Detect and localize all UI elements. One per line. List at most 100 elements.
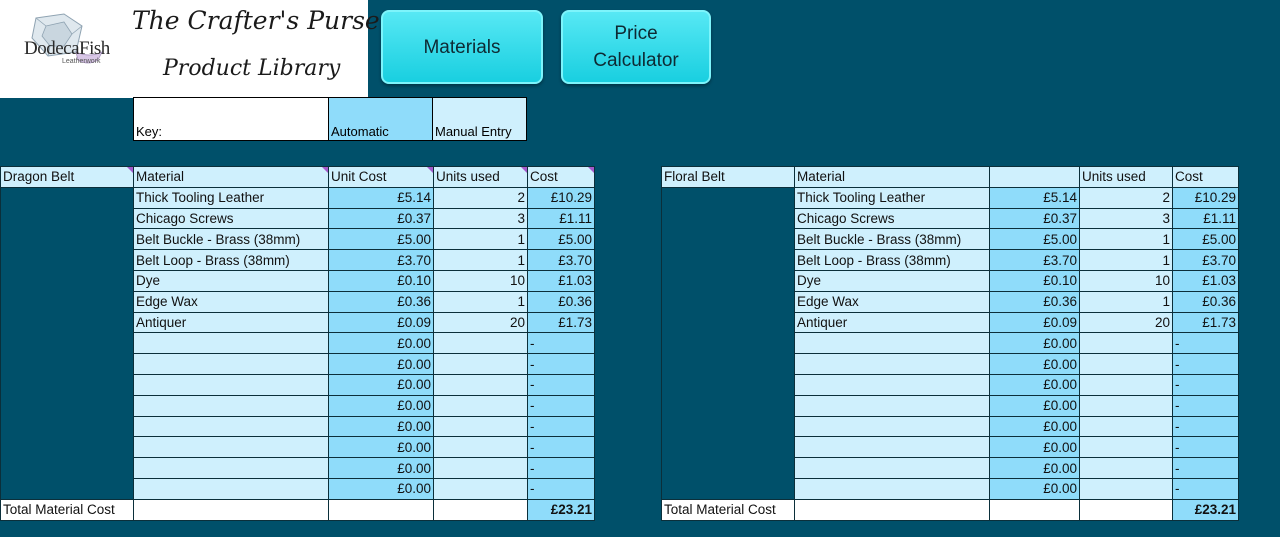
material-cell[interactable]: Dye (794, 269, 990, 292)
key-automatic: Automatic (329, 97, 433, 141)
material-cell[interactable]: Belt Loop - Brass (38mm) (794, 249, 990, 271)
units-used-cell[interactable]: 1 (1079, 249, 1173, 271)
cost-cell: - (527, 415, 595, 438)
material-cell[interactable] (133, 394, 329, 417)
units-used-cell[interactable] (433, 394, 528, 417)
material-cell[interactable] (133, 353, 329, 375)
spacer-cell (0, 457, 134, 479)
key-manual-entry: Manual Entry (433, 97, 527, 141)
material-cell[interactable]: Dye (133, 269, 329, 292)
table-body: Floral Belt Material Units used Cost Thick T… (661, 166, 1239, 521)
units-used-cell[interactable]: 20 (1079, 311, 1173, 334)
material-cell[interactable]: Chicago Screws (794, 207, 990, 230)
material-cell[interactable] (133, 477, 329, 500)
material-cell[interactable]: Antiquer (794, 311, 990, 334)
spacer-cell (661, 436, 795, 458)
material-cell[interactable]: Chicago Screws (133, 207, 329, 230)
units-used-cell[interactable] (1079, 353, 1173, 375)
table-row: £0.00 - (661, 332, 1239, 355)
units-used-cell[interactable]: 1 (433, 228, 528, 251)
units-used-cell[interactable] (1079, 332, 1173, 355)
total-material-cost: £23.21 (1172, 498, 1239, 521)
material-cell[interactable] (133, 332, 329, 355)
unit-cost-cell: £0.10 (328, 269, 434, 292)
units-used-cell[interactable] (433, 373, 528, 396)
material-cell[interactable] (794, 436, 990, 459)
units-used-cell[interactable] (1079, 477, 1173, 500)
table-row: £0.00 - (661, 436, 1239, 459)
units-used-cell[interactable]: 1 (1079, 228, 1173, 251)
table-body: Dragon Belt Material Unit Cost Units used Co… (0, 166, 595, 521)
material-cell[interactable] (133, 436, 329, 459)
unit-cost-cell: £0.00 (989, 332, 1080, 355)
material-cell[interactable] (794, 373, 990, 396)
cost-cell: - (1172, 353, 1239, 375)
table-row: Thick Tooling Leather £5.14 2 £10.29 (0, 186, 595, 209)
unit-cost-cell: £5.00 (328, 228, 434, 251)
material-cell[interactable]: Antiquer (133, 311, 329, 334)
units-used-cell[interactable] (1079, 415, 1173, 438)
units-used-cell[interactable] (433, 415, 528, 438)
unit-cost-cell: £0.00 (328, 353, 434, 375)
unit-cost-cell: £0.00 (989, 353, 1080, 375)
spacer-cell (0, 249, 134, 271)
material-cell[interactable]: Edge Wax (794, 290, 990, 313)
units-used-cell[interactable] (433, 353, 528, 375)
units-used-cell[interactable] (433, 332, 528, 355)
units-used-cell[interactable]: 1 (433, 290, 528, 313)
material-cell[interactable]: Belt Buckle - Brass (38mm) (794, 228, 990, 251)
unit-cost-cell: £3.70 (989, 249, 1080, 271)
product-name[interactable]: Dragon Belt (0, 166, 134, 188)
material-cell[interactable] (133, 415, 329, 438)
spacer-cell (661, 228, 795, 250)
spacer-cell (661, 353, 795, 375)
units-used-cell[interactable]: 2 (433, 186, 528, 209)
price-calculator-button[interactable]: Price Calculator (561, 10, 711, 84)
cost-cell: - (527, 353, 595, 375)
material-cell[interactable]: Belt Loop - Brass (38mm) (133, 249, 329, 271)
units-used-cell[interactable]: 2 (1079, 186, 1173, 209)
material-cell[interactable]: Belt Buckle - Brass (38mm) (133, 228, 329, 251)
unit-cost-cell: £5.00 (989, 228, 1080, 251)
table-row: Chicago Screws £0.37 3 £1.11 (661, 207, 1239, 230)
units-used-cell[interactable]: 3 (433, 207, 528, 230)
cost-cell: - (1172, 436, 1239, 459)
material-cell[interactable]: Edge Wax (133, 290, 329, 313)
material-cell[interactable] (794, 415, 990, 438)
units-used-cell[interactable] (1079, 373, 1173, 396)
unit-cost-cell: £0.36 (989, 290, 1080, 313)
total-row: Total Material Cost £23.21 (0, 498, 595, 521)
spacer-cell (0, 291, 134, 313)
material-cell[interactable] (794, 353, 990, 375)
material-cell[interactable] (133, 457, 329, 479)
app-subtitle: Product Library (163, 56, 341, 81)
table-row: £0.00 - (0, 353, 595, 375)
units-used-cell[interactable] (433, 457, 528, 479)
spacer-cell (0, 436, 134, 458)
product-name[interactable]: Floral Belt (661, 166, 795, 188)
units-used-cell[interactable]: 10 (1079, 269, 1173, 292)
material-cell[interactable] (794, 457, 990, 479)
materials-button[interactable]: Materials (381, 10, 543, 84)
units-used-cell[interactable]: 10 (433, 269, 528, 292)
units-used-cell[interactable] (1079, 457, 1173, 479)
units-used-cell[interactable]: 1 (1079, 290, 1173, 313)
units-used-cell[interactable] (433, 477, 528, 500)
product-table-dragon-belt: Dragon Belt Material Unit Cost Units used Co… (0, 166, 595, 521)
material-cell[interactable]: Thick Tooling Leather (794, 186, 990, 209)
material-cell[interactable]: Thick Tooling Leather (133, 186, 329, 209)
material-cell[interactable] (133, 373, 329, 396)
units-used-cell[interactable] (1079, 436, 1173, 459)
spacer-cell (661, 395, 795, 417)
spacer-cell (0, 478, 134, 500)
material-cell[interactable] (794, 332, 990, 355)
units-used-cell[interactable] (433, 436, 528, 459)
units-used-cell[interactable]: 1 (433, 249, 528, 271)
cost-cell: £5.00 (527, 228, 595, 251)
units-used-cell[interactable]: 20 (433, 311, 528, 334)
material-cell[interactable] (794, 394, 990, 417)
material-cell[interactable] (794, 477, 990, 500)
header-unit-cost: Unit Cost (328, 166, 434, 188)
units-used-cell[interactable] (1079, 394, 1173, 417)
units-used-cell[interactable]: 3 (1079, 207, 1173, 230)
